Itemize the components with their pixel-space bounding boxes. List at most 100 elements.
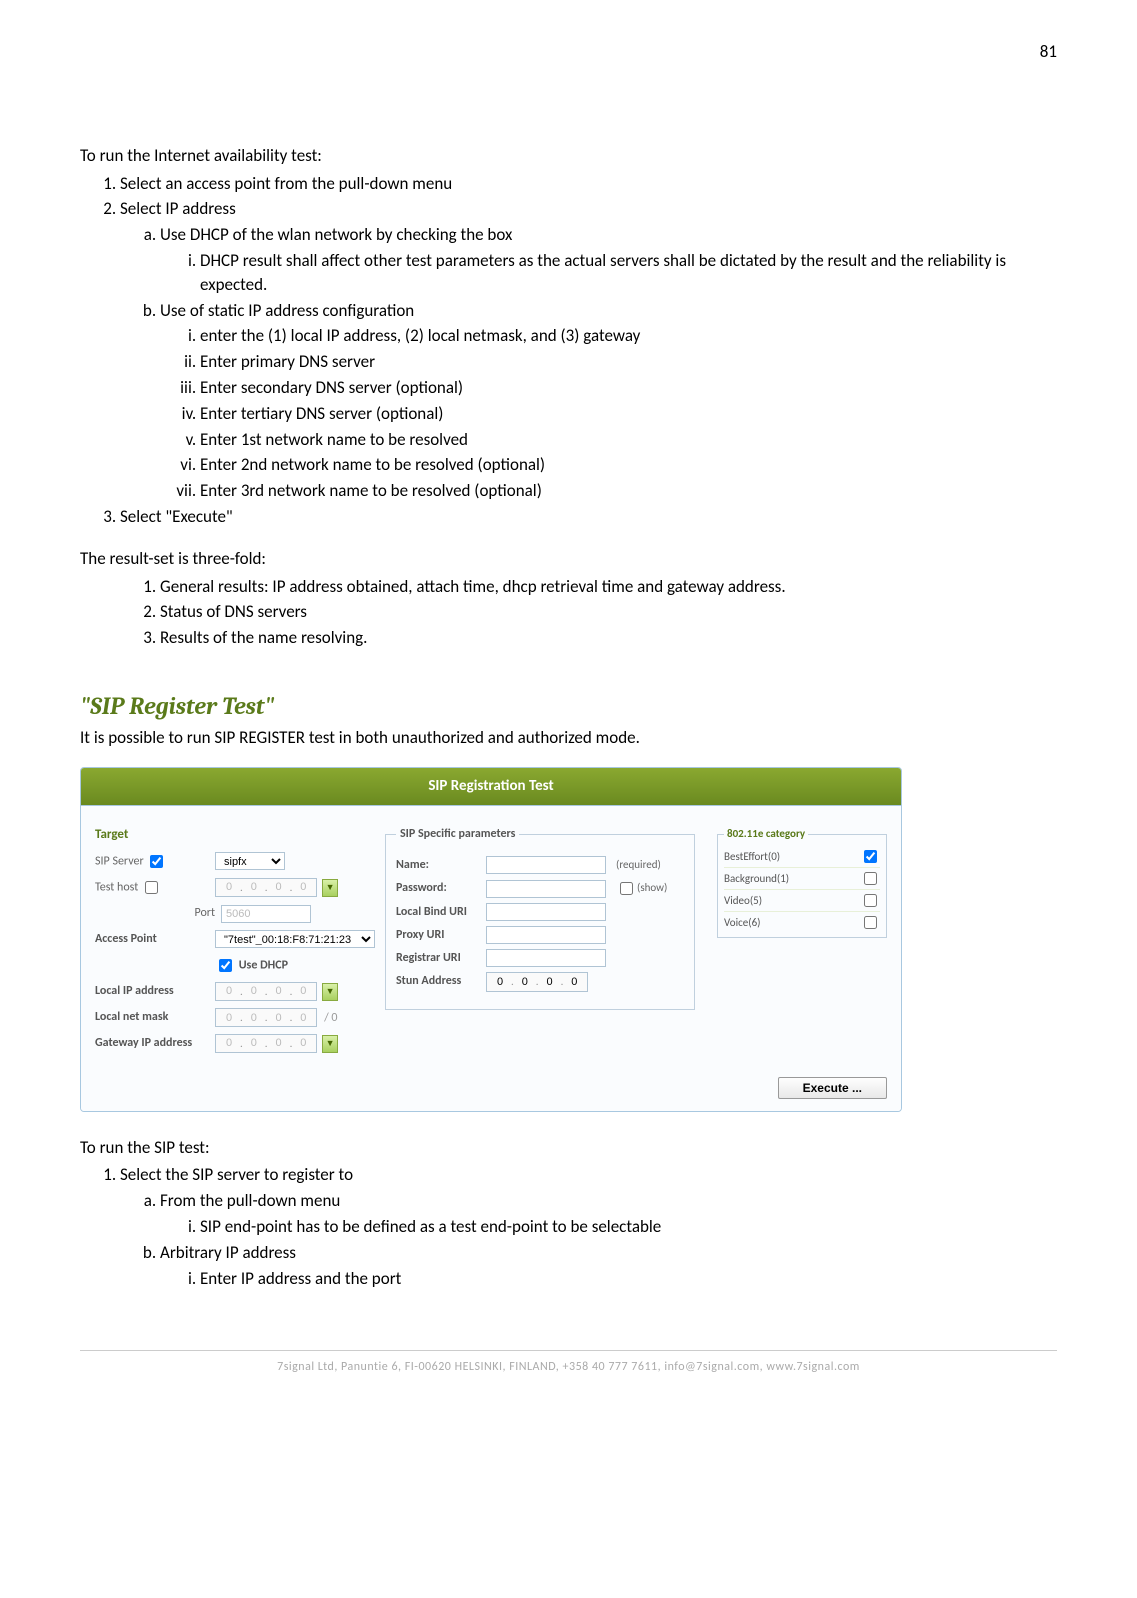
ip-octet[interactable] (563, 976, 585, 988)
local-bind-uri-label: Local Bind URI (396, 904, 486, 921)
list-item: SIP end-point has to be defined as a tes… (200, 1215, 1057, 1239)
list-item: Use of static IP address configuration e… (160, 299, 1057, 503)
access-point-select[interactable]: "7test"_00:18:F8:71:21:23 (215, 930, 375, 948)
execute-button[interactable]: Execute ... (778, 1077, 887, 1099)
step-text: enter the (1) local IP address, (2) loca… (200, 325, 640, 346)
port-input[interactable] (221, 905, 311, 923)
ip-octet[interactable] (514, 976, 536, 988)
ip-octet[interactable] (243, 1012, 265, 1024)
result-text: Status of DNS servers (160, 601, 307, 622)
category-checkbox-voice[interactable] (864, 916, 877, 929)
ip-octet[interactable] (218, 1012, 240, 1024)
use-dhcp-label: Use DHCP (239, 958, 288, 972)
list-item: Select "Execute" (120, 505, 1057, 529)
category-label: Voice(6) (724, 915, 760, 930)
show-password-checkbox[interactable] (620, 882, 633, 895)
test-host-ip-input[interactable]: . . . (215, 878, 317, 897)
label-text: Test host (95, 880, 138, 894)
target-title: Target (95, 826, 385, 844)
panel-title: SIP Registration Test (81, 768, 901, 806)
ip-octet[interactable] (489, 976, 511, 988)
category-checkbox-besteffort[interactable] (864, 850, 877, 863)
sip-register-heading: "SIP Register Test" (80, 690, 1057, 724)
proxy-uri-input[interactable] (486, 926, 606, 944)
list-item: Enter 1st network name to be resolved (200, 428, 1057, 452)
ip-octet[interactable] (268, 985, 290, 997)
list-item: Arbitrary IP address Enter IP address an… (160, 1241, 1057, 1291)
local-bind-uri-input[interactable] (486, 903, 606, 921)
list-item: Enter 2nd network name to be resolved (o… (200, 453, 1057, 477)
step-text: Use of static IP address configuration (160, 300, 414, 321)
use-dhcp-checkbox[interactable] (219, 959, 232, 972)
gateway-ip-input[interactable]: . . . (215, 1034, 317, 1053)
ip-octet[interactable] (243, 881, 265, 893)
intro-internet-test: To run the Internet availability test: (80, 144, 1057, 168)
step-text: Enter tertiary DNS server (optional) (200, 403, 443, 424)
ip-octet[interactable] (539, 976, 561, 988)
name-label: Name: (396, 857, 486, 874)
sip-run-intro: To run the SIP test: (80, 1136, 1057, 1160)
list-item: From the pull-down menu SIP end-point ha… (160, 1189, 1057, 1239)
ip-octet[interactable] (292, 881, 314, 893)
category-column: 802.11e category BestEffort(0) Backgroun… (717, 826, 887, 1058)
test-host-checkbox[interactable] (145, 881, 158, 894)
result-intro: The result-set is three-fold: (80, 547, 1057, 571)
ip-octet[interactable] (243, 985, 265, 997)
category-fieldset: 802.11e category BestEffort(0) Backgroun… (717, 826, 887, 937)
step-text: Select an access point from the pull-dow… (120, 173, 452, 194)
ip-octet[interactable] (268, 1012, 290, 1024)
step-text: Enter secondary DNS server (optional) (200, 377, 463, 398)
step-text: Enter IP address and the port (200, 1268, 401, 1289)
stun-address-input[interactable]: . . . (486, 972, 588, 991)
dropdown-arrow-icon[interactable]: ▼ (322, 983, 338, 1001)
ip-octet[interactable] (268, 881, 290, 893)
step-text: Enter 3rd network name to be resolved (o… (200, 480, 542, 501)
local-net-mask-input[interactable]: . . . (215, 1008, 317, 1027)
list-item: Use DHCP of the wlan network by checking… (160, 223, 1057, 296)
category-checkbox-background[interactable] (864, 872, 877, 885)
sip-params-legend: SIP Specific parameters (396, 826, 519, 843)
list-item: Enter secondary DNS server (optional) (200, 376, 1057, 400)
category-row: Voice(6) (724, 912, 880, 933)
step-text: DHCP result shall affect other test para… (200, 250, 1006, 295)
dropdown-arrow-icon[interactable]: ▼ (322, 879, 338, 897)
list-item: Enter 3rd network name to be resolved (o… (200, 479, 1057, 503)
page-footer: 7signal Ltd, Panuntie 6, FI-00620 HELSIN… (80, 1350, 1057, 1376)
ip-octet[interactable] (218, 985, 240, 997)
step-text: Select the SIP server to register to (120, 1164, 353, 1185)
ip-octet[interactable] (243, 1037, 265, 1049)
ip-octet[interactable] (292, 985, 314, 997)
ip-octet[interactable] (292, 1037, 314, 1049)
category-row: Video(5) (724, 890, 880, 912)
registrar-uri-label: Registrar URI (396, 950, 486, 967)
local-ip-input[interactable]: . . . (215, 982, 317, 1001)
access-point-label: Access Point (95, 931, 215, 948)
step-text: Arbitrary IP address (160, 1242, 296, 1263)
name-input[interactable] (486, 856, 606, 874)
category-label: Background(1) (724, 871, 789, 886)
label-text: SIP Server (95, 854, 144, 868)
ip-octet[interactable] (218, 881, 240, 893)
dropdown-arrow-icon[interactable]: ▼ (322, 1035, 338, 1053)
category-row: Background(1) (724, 868, 880, 890)
list-item: Enter tertiary DNS server (optional) (200, 402, 1057, 426)
category-checkbox-video[interactable] (864, 894, 877, 907)
step-text: Select "Execute" (120, 506, 233, 527)
ip-octet[interactable] (268, 1037, 290, 1049)
sip-server-checkbox[interactable] (150, 855, 163, 868)
category-label: BestEffort(0) (724, 849, 780, 864)
ip-octet[interactable] (292, 1012, 314, 1024)
result-list: General results: IP address obtained, at… (80, 575, 1057, 650)
local-ip-label: Local IP address (95, 983, 215, 1000)
step-text: Enter primary DNS server (200, 351, 375, 372)
target-column: Target SIP Server sipfx Test host (95, 826, 385, 1058)
sip-server-select[interactable]: sipfx (215, 852, 285, 870)
list-item: enter the (1) local IP address, (2) loca… (200, 324, 1057, 348)
registrar-uri-input[interactable] (486, 949, 606, 967)
category-row: BestEffort(0) (724, 846, 880, 868)
ip-octet[interactable] (218, 1037, 240, 1049)
stun-address-label: Stun Address (396, 973, 486, 990)
internet-steps-list: Select an access point from the pull-dow… (80, 172, 1057, 529)
password-input[interactable] (486, 880, 606, 898)
port-label: Port (95, 905, 221, 922)
